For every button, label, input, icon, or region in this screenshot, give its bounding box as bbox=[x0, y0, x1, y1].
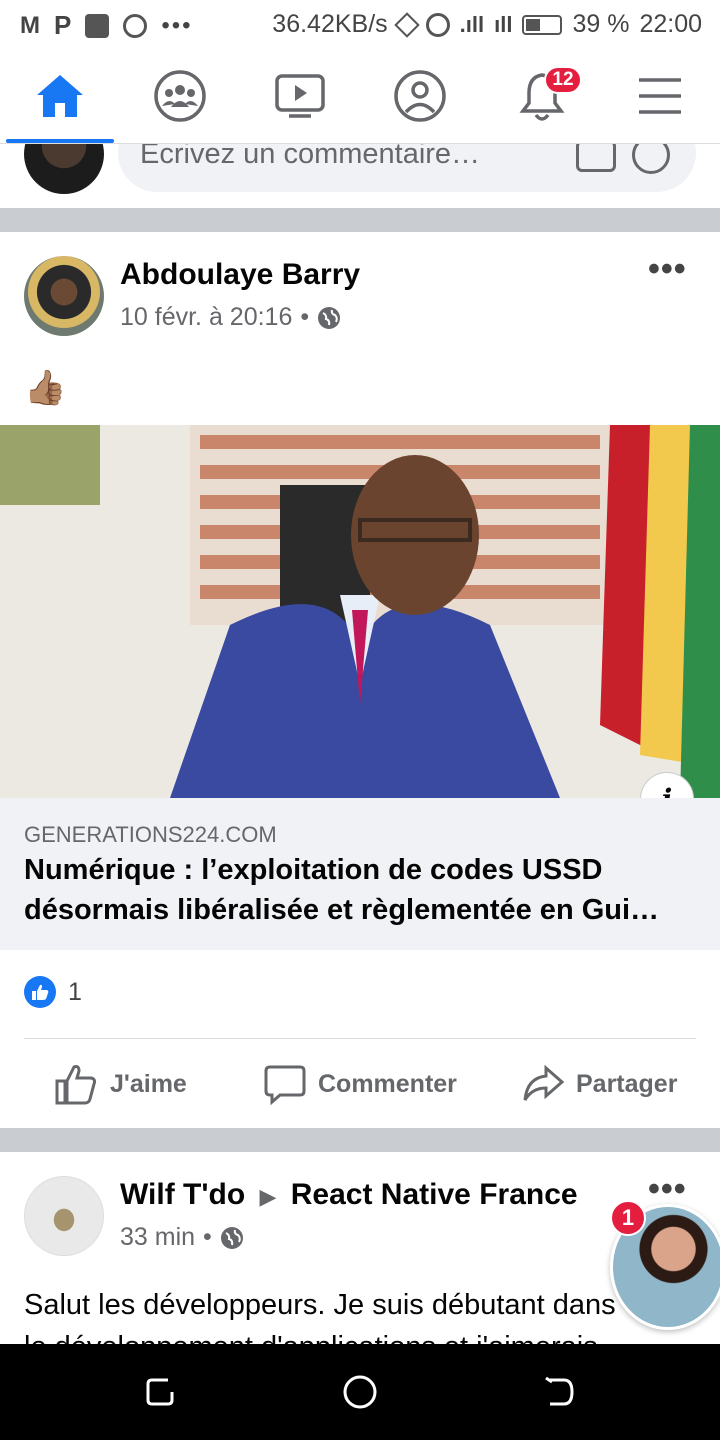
post-timestamp[interactable]: 10 févr. à 20:16 bbox=[120, 303, 292, 332]
watch-icon bbox=[275, 74, 325, 118]
share-icon bbox=[523, 1064, 564, 1101]
signal-icon: .ıll bbox=[459, 11, 485, 37]
p-app-icon: P bbox=[54, 10, 72, 40]
nav-menu[interactable] bbox=[630, 68, 690, 124]
thumbs-up-icon bbox=[55, 1065, 97, 1105]
system-navigation-bar bbox=[0, 1344, 720, 1440]
comment-button[interactable]: Commenter bbox=[264, 1060, 457, 1108]
home-icon bbox=[37, 75, 83, 117]
like-count: 1 bbox=[68, 977, 82, 1006]
active-tab-indicator bbox=[6, 139, 114, 143]
battery-icon bbox=[522, 14, 563, 35]
groups-icon bbox=[154, 70, 206, 122]
recent-apps-icon[interactable] bbox=[142, 1374, 178, 1410]
comment-icon bbox=[264, 1065, 306, 1105]
post-meta: 10 févr. à 20:16 • bbox=[120, 303, 341, 332]
camera-icon[interactable] bbox=[576, 144, 616, 172]
clock: 22:00 bbox=[639, 10, 702, 38]
emoji-icon[interactable] bbox=[632, 144, 670, 174]
post-text: 👍🏽 bbox=[24, 369, 67, 407]
post-author-avatar[interactable] bbox=[24, 256, 104, 336]
article-photo bbox=[0, 425, 720, 798]
globe-icon bbox=[318, 306, 341, 329]
post-meta: 33 min • bbox=[120, 1223, 244, 1252]
nav-watch[interactable] bbox=[270, 68, 330, 124]
nav-notifications[interactable]: 12 bbox=[512, 66, 582, 124]
comment-label: Commenter bbox=[318, 1069, 457, 1098]
post-timestamp[interactable]: 33 min bbox=[120, 1223, 195, 1252]
group-name[interactable]: React Native France bbox=[291, 1178, 578, 1211]
back-icon[interactable] bbox=[542, 1374, 578, 1410]
notifications-badge: 12 bbox=[544, 66, 582, 94]
post-author-name[interactable]: Wilf T'do bbox=[120, 1178, 245, 1211]
avatar bbox=[24, 144, 104, 194]
meta-separator: • bbox=[300, 303, 310, 331]
battery-percent: 39 % bbox=[572, 10, 630, 38]
comment-composer: Écrivez un commentaire… bbox=[0, 144, 720, 208]
top-navigation: 12 bbox=[0, 50, 720, 144]
feed-separator bbox=[0, 208, 720, 232]
menu-icon bbox=[639, 78, 681, 114]
signal-h-icon: ıll bbox=[494, 11, 513, 37]
post-author-name[interactable]: Abdoulaye Barry bbox=[120, 258, 360, 292]
meta-separator: • bbox=[203, 1223, 212, 1251]
link-domain: GENERATIONS224.COM bbox=[24, 822, 277, 847]
like-button[interactable]: J'aime bbox=[54, 1060, 187, 1108]
nav-home[interactable] bbox=[30, 68, 90, 124]
nav-groups[interactable] bbox=[150, 68, 210, 124]
post-author-avatar[interactable] bbox=[24, 1176, 104, 1256]
link-preview-image[interactable] bbox=[0, 425, 720, 798]
messenger-icon bbox=[123, 13, 148, 38]
globe-icon bbox=[220, 1226, 243, 1249]
like-label: J'aime bbox=[110, 1069, 187, 1098]
alarm-icon bbox=[425, 12, 450, 37]
rotate-icon bbox=[393, 11, 420, 38]
link-preview[interactable]: GENERATIONS224.COM Numérique : l’exploit… bbox=[0, 798, 720, 950]
chat-head-badge: 1 bbox=[610, 1200, 646, 1236]
post-text-line-2: le développement d'applications et j'aim… bbox=[24, 1326, 720, 1344]
feed-separator bbox=[0, 1128, 720, 1152]
home-button-icon[interactable] bbox=[342, 1374, 378, 1410]
reaction-summary[interactable]: 1 bbox=[24, 976, 82, 1008]
comment-placeholder: Écrivez un commentaire… bbox=[140, 144, 481, 170]
comment-input[interactable]: Écrivez un commentaire… bbox=[118, 144, 696, 192]
gmail-icon: M bbox=[20, 11, 40, 39]
status-bar: M P ••• 36.42KB/s .ıll ıll 39 % 22:00 bbox=[0, 0, 720, 50]
arrow-icon: ▶ bbox=[259, 1184, 277, 1209]
nav-profile[interactable] bbox=[390, 68, 450, 124]
link-title: Numérique : l’exploitation de codes USSD… bbox=[24, 854, 660, 926]
app-square-icon bbox=[85, 13, 110, 38]
post-options-button[interactable]: ••• bbox=[648, 250, 687, 289]
share-label: Partager bbox=[576, 1069, 678, 1098]
network-speed: 36.42KB/s bbox=[272, 10, 388, 38]
like-reaction-icon bbox=[24, 976, 56, 1008]
profile-icon bbox=[394, 70, 446, 122]
more-notifications-icon: ••• bbox=[161, 11, 193, 39]
share-button[interactable]: Partager bbox=[522, 1060, 677, 1108]
divider bbox=[24, 1038, 696, 1039]
post-author-line: Wilf T'do ▶ React Native France bbox=[120, 1178, 578, 1212]
